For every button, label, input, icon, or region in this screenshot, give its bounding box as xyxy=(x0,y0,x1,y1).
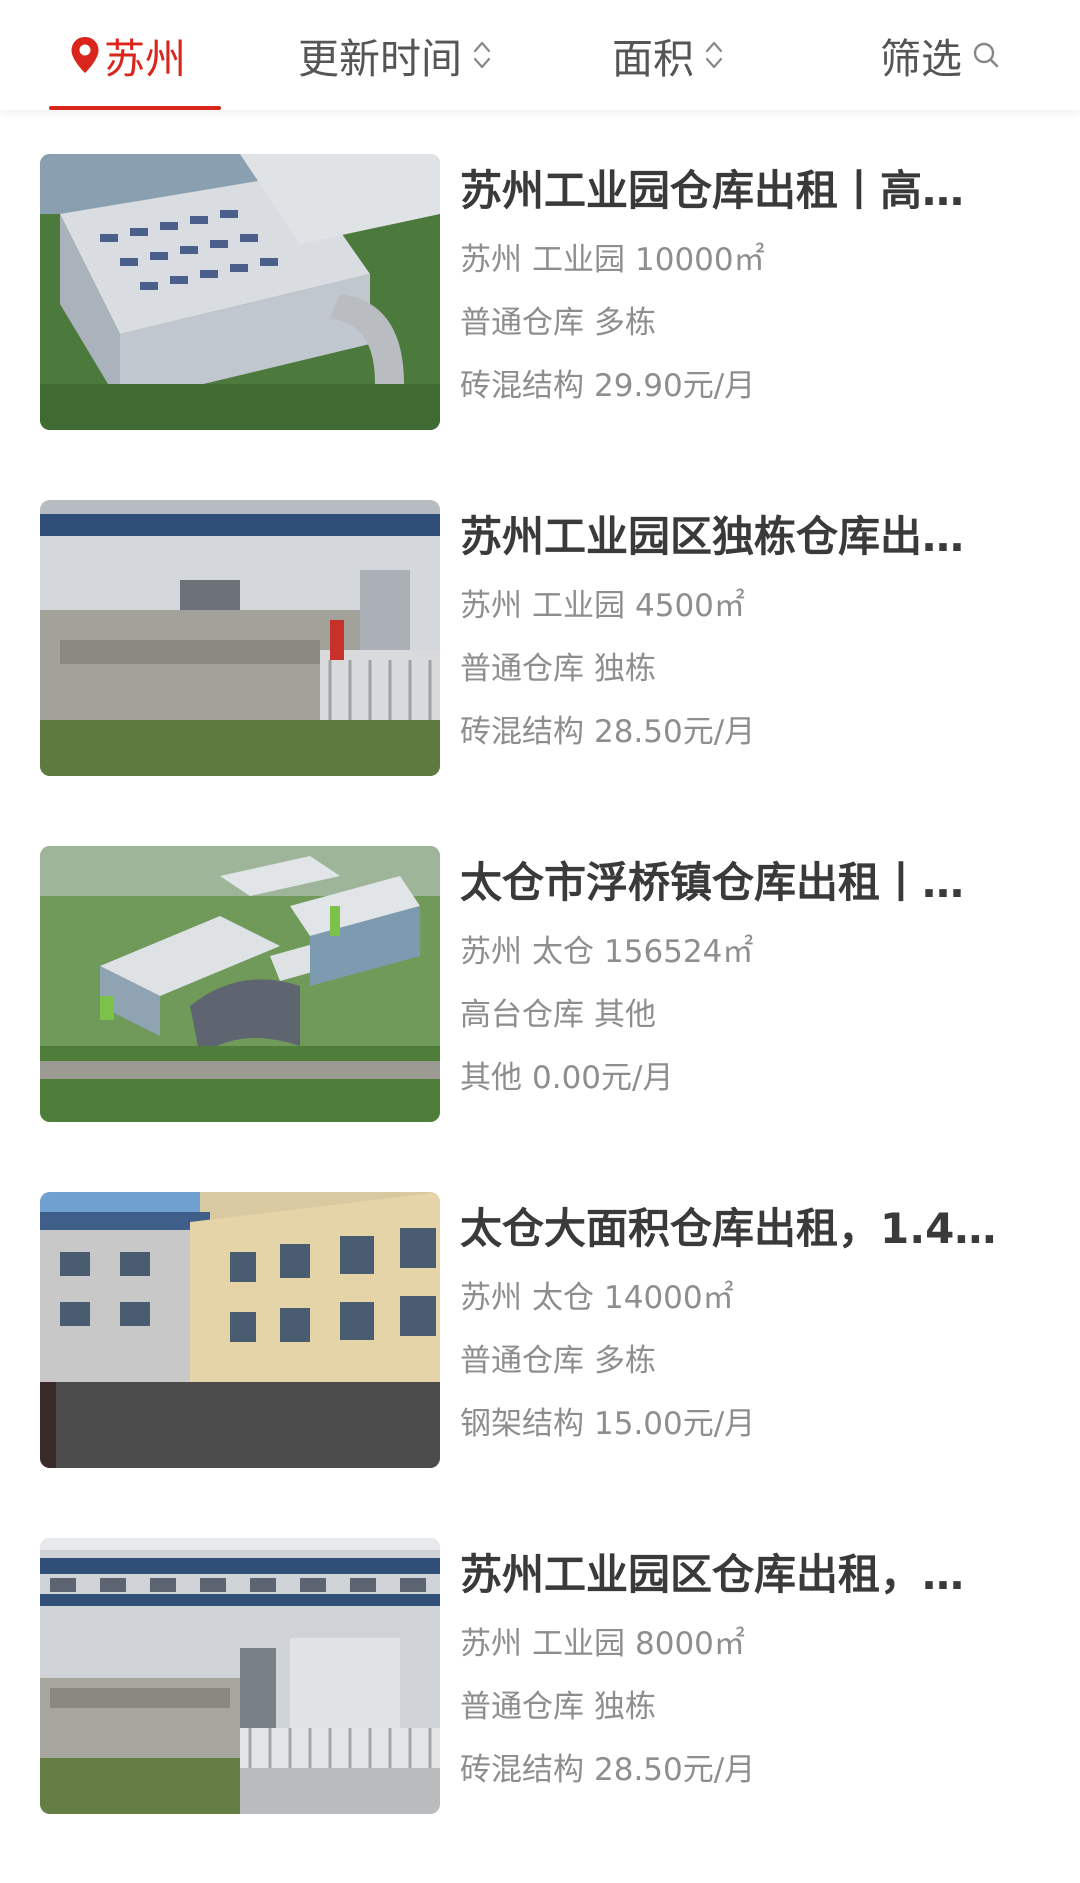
listing-type: 普通仓库 xyxy=(460,1343,584,1379)
listing-district: 工业园 xyxy=(532,242,625,278)
listing-type: 普通仓库 xyxy=(460,1689,584,1725)
listing-category: 普通仓库 多栋 xyxy=(460,1341,1020,1381)
listing-price: 0.00元/月 xyxy=(532,1060,674,1096)
sort-update-time[interactable]: 更新时间 xyxy=(298,0,492,110)
listing-category: 普通仓库 独栋 xyxy=(460,1687,1020,1727)
listing-price-line: 砖混结构 28.50元/月 xyxy=(460,712,1020,752)
listing-structure: 砖混结构 xyxy=(460,1752,584,1788)
listing-structure: 砖混结构 xyxy=(460,368,584,404)
location-label: 苏州 xyxy=(104,35,186,83)
listing-area: 10000㎡ xyxy=(635,242,765,278)
listing-category: 普通仓库 多栋 xyxy=(460,303,1020,343)
listing-price-line: 其他 0.00元/月 xyxy=(460,1058,1020,1098)
listing-card[interactable]: 太仓大面积仓库出租，1.4… 苏州 太仓 14000㎡ 普通仓库 多栋 钢架结构 15.… xyxy=(0,1148,1080,1468)
listing-building: 多栋 xyxy=(594,305,656,341)
listing-city: 苏州 xyxy=(460,242,522,278)
listing-area: 156524㎡ xyxy=(604,934,754,970)
listing-location: 苏州 太仓 156524㎡ xyxy=(460,932,1020,972)
active-tab-indicator xyxy=(49,106,221,110)
listing-title: 苏州工业园区独栋仓库出… xyxy=(460,512,965,561)
location-pin-icon xyxy=(70,36,100,74)
listing-price: 15.00元/月 xyxy=(594,1406,756,1442)
listing-location: 苏州 工业园 8000㎡ xyxy=(460,1624,1020,1664)
listing-district: 工业园 xyxy=(532,588,625,624)
listing-city: 苏州 xyxy=(460,1626,522,1662)
filter-button[interactable]: 筛选 xyxy=(880,0,1000,110)
listing-price-line: 钢架结构 15.00元/月 xyxy=(460,1404,1020,1444)
listing-info: 苏州工业园仓库出租丨高… 苏州 工业园 10000㎡ 普通仓库 多栋 砖混结构 29.9… xyxy=(460,164,1020,406)
listing-title: 太仓大面积仓库出租，1.4… xyxy=(460,1204,997,1253)
listing-location: 苏州 工业园 4500㎡ xyxy=(460,586,1020,626)
listing-title: 苏州工业园区仓库出租，… xyxy=(460,1550,965,1599)
listing-building: 多栋 xyxy=(594,1343,656,1379)
listing-title: 苏州工业园仓库出租丨高… xyxy=(460,166,965,215)
listing-card[interactable]: 太仓市浮桥镇仓库出租丨… 苏州 太仓 156524㎡ 高台仓库 其他 其他 0.00元/… xyxy=(0,802,1080,1122)
listing-location: 苏州 工业园 10000㎡ xyxy=(460,240,1020,280)
listing-thumbnail xyxy=(40,154,440,430)
location-filter[interactable]: 苏州 xyxy=(70,0,186,110)
area-label: 面积 xyxy=(612,35,694,83)
listing-thumbnail xyxy=(40,500,440,776)
listing-card[interactable]: 苏州工业园区仓库出租，… 苏州 工业园 8000㎡ 普通仓库 独栋 砖混结构 28.50… xyxy=(0,1494,1080,1814)
listing-area: 8000㎡ xyxy=(635,1626,745,1662)
listing-price: 29.90元/月 xyxy=(594,368,756,404)
listing-type: 普通仓库 xyxy=(460,651,584,687)
listing-info: 太仓大面积仓库出租，1.4… 苏州 太仓 14000㎡ 普通仓库 多栋 钢架结构 15.… xyxy=(460,1202,1020,1444)
sort-updown-icon xyxy=(472,37,492,73)
listing-thumbnail xyxy=(40,1538,440,1814)
listing-info: 苏州工业园区独栋仓库出… 苏州 工业园 4500㎡ 普通仓库 独栋 砖混结构 28.50… xyxy=(460,510,1020,752)
listing-card[interactable]: 苏州工业园区独栋仓库出… 苏州 工业园 4500㎡ 普通仓库 独栋 砖混结构 28.50… xyxy=(0,456,1080,776)
sort-area[interactable]: 面积 xyxy=(612,0,724,110)
listing-city: 苏州 xyxy=(460,588,522,624)
listing-price-line: 砖混结构 29.90元/月 xyxy=(460,366,1020,406)
listing-price-line: 砖混结构 28.50元/月 xyxy=(460,1750,1020,1790)
listing-thumbnail xyxy=(40,846,440,1122)
filter-bar: 苏州 更新时间 面积 筛选 xyxy=(0,0,1080,110)
listing-price: 28.50元/月 xyxy=(594,714,756,750)
listing-thumbnail xyxy=(40,1192,440,1468)
listing-district: 太仓 xyxy=(532,1280,594,1316)
sort-updown-icon xyxy=(704,37,724,73)
update-time-label: 更新时间 xyxy=(298,35,462,83)
listing-building: 独栋 xyxy=(594,651,656,687)
listing-category: 高台仓库 其他 xyxy=(460,995,1020,1035)
filter-label: 筛选 xyxy=(880,35,962,83)
listing-title: 太仓市浮桥镇仓库出租丨… xyxy=(460,858,965,907)
listing-area: 4500㎡ xyxy=(635,588,745,624)
listing-info: 苏州工业园区仓库出租，… 苏州 工业园 8000㎡ 普通仓库 独栋 砖混结构 28.50… xyxy=(460,1548,1020,1790)
listing-city: 苏州 xyxy=(460,1280,522,1316)
listing-building: 其他 xyxy=(594,997,656,1033)
listing-location: 苏州 太仓 14000㎡ xyxy=(460,1278,1020,1318)
listing-structure: 砖混结构 xyxy=(460,714,584,750)
listing-district: 太仓 xyxy=(532,934,594,970)
listing-area: 14000㎡ xyxy=(604,1280,734,1316)
listing-structure: 其他 xyxy=(460,1060,522,1096)
listing-type: 高台仓库 xyxy=(460,997,584,1033)
listing-building: 独栋 xyxy=(594,1689,656,1725)
listing-structure: 钢架结构 xyxy=(460,1406,584,1442)
listing-city: 苏州 xyxy=(460,934,522,970)
listing-district: 工业园 xyxy=(532,1626,625,1662)
listing-price: 28.50元/月 xyxy=(594,1752,756,1788)
listing-card[interactable]: 苏州工业园仓库出租丨高… 苏州 工业园 10000㎡ 普通仓库 多栋 砖混结构 29.9… xyxy=(0,110,1080,430)
search-icon xyxy=(972,40,1000,70)
listing-info: 太仓市浮桥镇仓库出租丨… 苏州 太仓 156524㎡ 高台仓库 其他 其他 0.00元/… xyxy=(460,856,1020,1098)
listing-type: 普通仓库 xyxy=(460,305,584,341)
listing-category: 普通仓库 独栋 xyxy=(460,649,1020,689)
